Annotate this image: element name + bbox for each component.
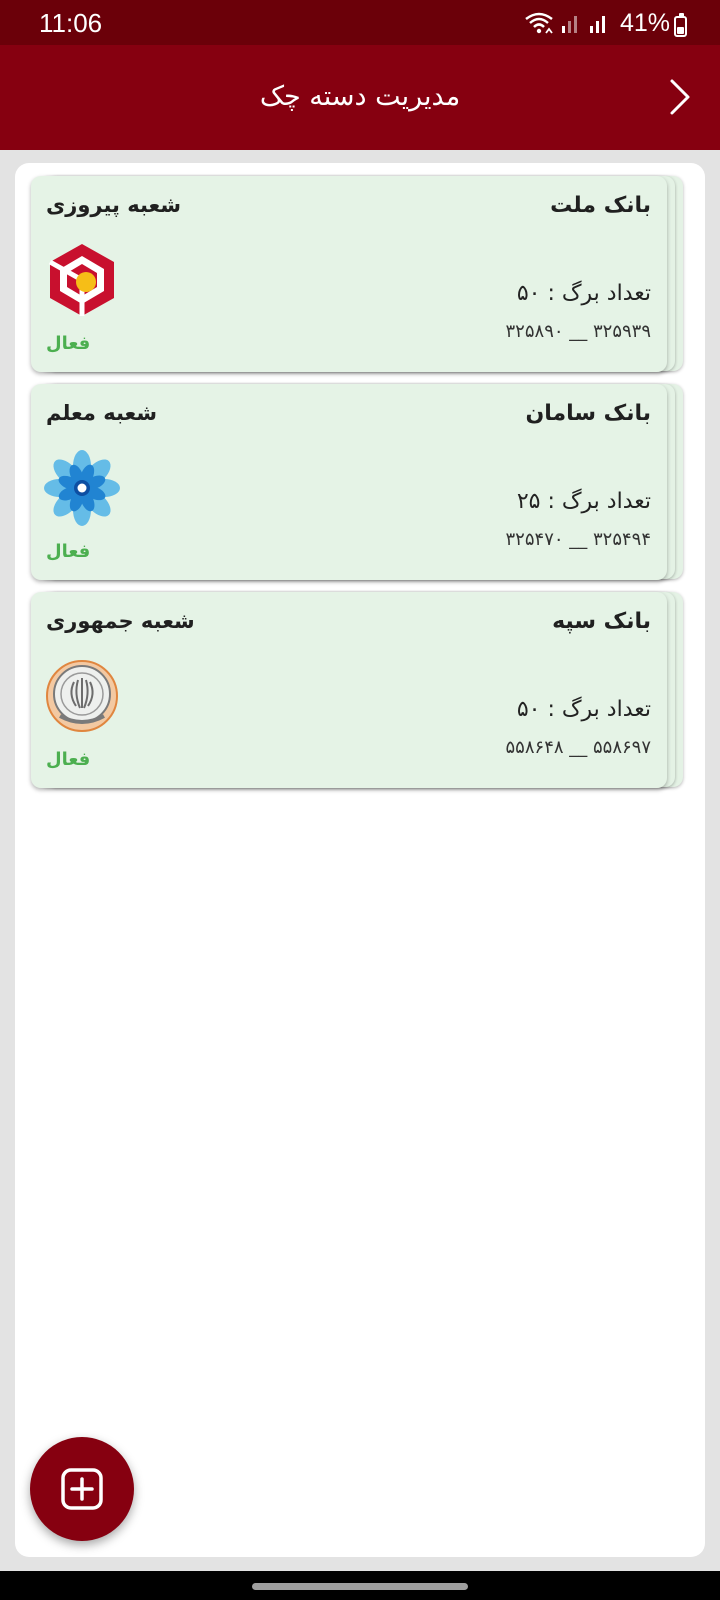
checkbook-card-main[interactable]: بانک ملت شعبه پیروزی تعداد برگ : ۵۰ ۳۲۵۹…	[31, 176, 667, 372]
leaf-count: تعداد برگ : ۵۰	[516, 697, 651, 722]
status-badge: فعال	[46, 541, 91, 562]
add-square-icon	[61, 1468, 103, 1510]
branch-name: شعبه پیروزی	[46, 193, 182, 217]
signal-icon	[589, 16, 605, 33]
battery-percent: 41%	[619, 8, 670, 37]
status-badge: فعال	[46, 333, 91, 354]
checkbook-card: بانک ملت شعبه پیروزی تعداد برگ : ۵۰ ۳۲۵۹…	[31, 176, 693, 376]
status-badge: فعال	[46, 749, 91, 770]
serial-range: ۳۲۵۴۹۴ __ ۳۲۵۴۷۰	[505, 529, 651, 550]
page-title: مدیریت دسته چک	[259, 81, 461, 112]
branch-name: شعبه جمهوری	[46, 609, 195, 633]
status-icons: 41%	[524, 8, 670, 37]
signal-icon	[561, 16, 577, 33]
bank-name: بانک ملت	[550, 193, 651, 218]
checkbook-card-main[interactable]: بانک سپه شعبه جمهوری تعداد برگ : ۵۰ ۵۵۸۶…	[31, 592, 667, 788]
status-time: 11:06	[39, 8, 103, 38]
saman-logo-icon	[44, 450, 120, 526]
app-bar: مدیریت دسته چک	[0, 45, 720, 150]
serial-range: ۵۵۸۶۹۷ __ ۵۵۸۶۴۸	[505, 737, 651, 758]
bank-name: بانک سپه	[552, 609, 651, 634]
system-nav-bar	[0, 1571, 720, 1600]
branch-name: شعبه معلم	[46, 401, 158, 425]
leaf-count: تعداد برگ : ۲۵	[516, 489, 651, 514]
wifi-calling-icon	[525, 12, 553, 34]
battery-icon	[674, 13, 687, 37]
status-bar: 11:06 41%	[0, 0, 720, 45]
back-button[interactable]	[658, 75, 702, 119]
leaf-count: تعداد برگ : ۵۰	[516, 281, 651, 306]
checkbook-list: بانک ملت شعبه پیروزی تعداد برگ : ۵۰ ۳۲۵۹…	[15, 163, 705, 1557]
chevron-right-icon	[670, 79, 690, 115]
checkbook-card: بانک سامان شعبه معلم تعداد برگ : ۲۵ ۳۲۵۴…	[31, 384, 693, 584]
home-indicator[interactable]	[252, 1583, 468, 1590]
battery-level	[677, 27, 684, 34]
add-checkbook-button[interactable]	[30, 1437, 134, 1541]
bank-name: بانک سامان	[525, 401, 651, 426]
serial-range: ۳۲۵۹۳۹ __ ۳۲۵۸۹۰	[505, 321, 651, 342]
checkbook-card-main[interactable]: بانک سامان شعبه معلم تعداد برگ : ۲۵ ۳۲۵۴…	[31, 384, 667, 580]
mellat-logo-icon	[48, 244, 114, 316]
sepah-logo-icon	[46, 660, 118, 732]
checkbook-card: بانک سپه شعبه جمهوری تعداد برگ : ۵۰ ۵۵۸۶…	[31, 592, 693, 792]
